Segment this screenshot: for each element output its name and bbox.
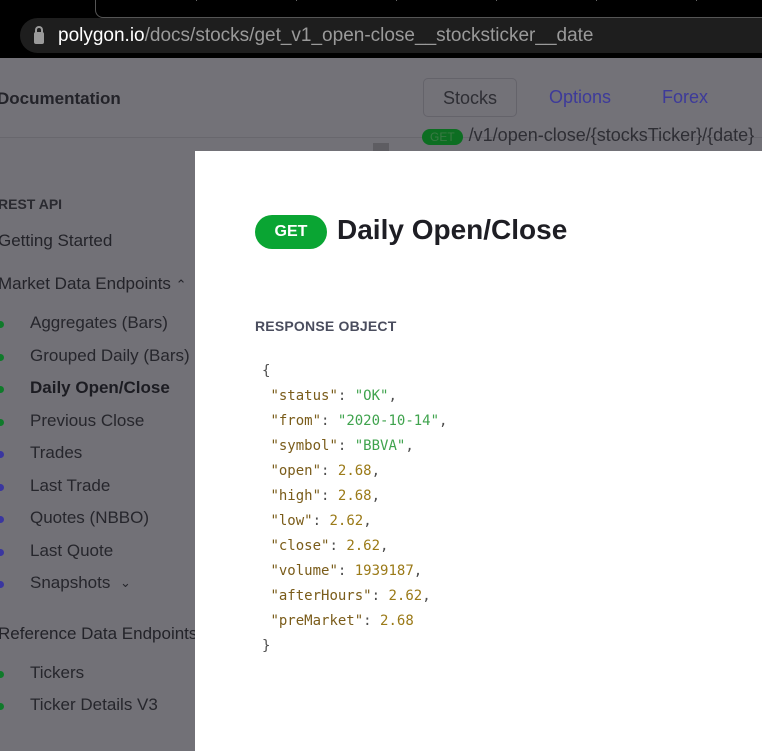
section-rest-api: REST API <box>0 196 63 212</box>
chevron-down-icon: ⌄ <box>120 575 131 590</box>
response-object-heading: RESPONSE OBJECT <box>255 318 397 334</box>
sidebar-item-label: Snapshots <box>30 573 111 592</box>
json-value: "2020-10-14" <box>337 413 440 429</box>
json-key: "preMarket" <box>270 613 364 629</box>
chevron-up-icon: ⌃ <box>175 277 187 292</box>
url-host: polygon.io <box>58 24 145 46</box>
response-json: { "status": "OK", "from": "2020-10-14", … <box>262 359 447 659</box>
modal-title: Daily Open/Close <box>337 214 568 245</box>
sidebar-item-label: Trades <box>30 443 83 462</box>
json-key: "from" <box>270 413 322 429</box>
json-field: "high": 2.68, <box>270 488 381 504</box>
tab-strip[interactable] <box>95 0 762 18</box>
tab-stocks[interactable]: Stocks <box>423 78 517 117</box>
endpoint-line: GET/v1/open-close/{stocksTicker}/{date} <box>422 125 754 146</box>
json-field: "volume": 1939187, <box>270 563 423 579</box>
endpoint-modal: GET Daily Open/Close RESPONSE OBJECT { "… <box>195 151 762 751</box>
method-badge: GET <box>422 129 463 145</box>
browser-chrome: polygon.io/docs/stocks/get_v1_open-close… <box>0 0 762 58</box>
json-value: 2.68 <box>337 463 372 479</box>
json-value: "BBVA" <box>354 438 406 454</box>
json-key: "high" <box>270 488 322 504</box>
json-field: "from": "2020-10-14", <box>270 413 448 429</box>
sidebar-item-label: Ticker Details V3 <box>30 695 158 714</box>
json-field: "preMarket": 2.68 <box>270 613 414 629</box>
sidebar-item-label: Grouped Daily (Bars) <box>30 345 190 365</box>
json-field: "close": 2.62, <box>270 538 389 554</box>
json-value: "OK" <box>354 388 389 404</box>
json-value: 1939187 <box>354 563 414 579</box>
json-key: "afterHours" <box>270 588 372 604</box>
status-dot-icon <box>0 671 4 678</box>
json-value: 2.68 <box>380 613 414 629</box>
sidebar-item-label: Aggregates (Bars) <box>30 313 168 332</box>
json-value: 2.62 <box>346 538 381 554</box>
status-dot-icon <box>0 353 4 361</box>
sidebar-item-label: Quotes (NBBO) <box>30 508 150 527</box>
sidebar-reference-group[interactable]: Reference Data Endpoints <box>0 624 197 644</box>
status-dot-icon <box>0 483 4 491</box>
json-key: "low" <box>270 513 313 529</box>
tab-options[interactable]: Options <box>549 78 611 117</box>
sidebar-item-label: Last Trade <box>30 475 111 495</box>
sidebar-market-data-group[interactable]: Market Data Endpoints ⌃ <box>0 274 187 294</box>
json-brace-open: { <box>262 363 271 379</box>
sidebar-item-label: Daily Open/Close <box>30 378 170 397</box>
url-path: /docs/stocks/get_v1_open-close__stocksti… <box>144 24 594 46</box>
status-dot-icon <box>0 581 4 588</box>
address-bar[interactable]: polygon.io/docs/stocks/get_v1_open-close… <box>20 18 762 53</box>
group-label: Market Data Endpoints <box>0 274 171 293</box>
json-field: "open": 2.68, <box>270 463 381 479</box>
json-field: "low": 2.62, <box>270 513 372 529</box>
sidebar: REST API Getting Started Market Data End… <box>0 138 197 714</box>
status-dot-icon <box>0 418 4 426</box>
json-key: "close" <box>270 538 330 554</box>
json-brace-close: } <box>262 638 271 654</box>
json-field: "symbol": "BBVA", <box>270 438 414 454</box>
json-value: 2.68 <box>337 488 372 504</box>
sidebar-item-label: Last Quote <box>30 540 114 560</box>
json-value: 2.62 <box>329 513 364 529</box>
status-dot-icon <box>0 386 4 393</box>
page-title: Documentation <box>0 89 121 108</box>
json-key: "open" <box>270 463 322 479</box>
json-key: "symbol" <box>270 438 338 454</box>
json-key: "volume" <box>270 563 338 579</box>
json-key: "status" <box>270 388 338 404</box>
json-field: "status": "OK", <box>270 388 397 404</box>
status-dot-icon <box>0 516 4 523</box>
endpoint-path: /v1/open-close/{stocksTicker}/{date} <box>468 125 755 145</box>
status-dot-icon <box>0 703 4 710</box>
get-method-badge: GET <box>255 215 327 249</box>
json-value: 2.62 <box>388 588 423 604</box>
status-dot-icon <box>0 321 4 328</box>
sidebar-getting-started[interactable]: Getting Started <box>0 231 112 251</box>
sidebar-item-label: Previous Close <box>30 410 145 430</box>
tab-forex[interactable]: Forex <box>662 78 708 117</box>
status-dot-icon <box>0 451 4 458</box>
sidebar-item-label: Tickers <box>30 663 85 682</box>
json-field: "afterHours": 2.62, <box>270 588 431 604</box>
lock-icon <box>34 25 44 44</box>
status-dot-icon <box>0 548 4 556</box>
